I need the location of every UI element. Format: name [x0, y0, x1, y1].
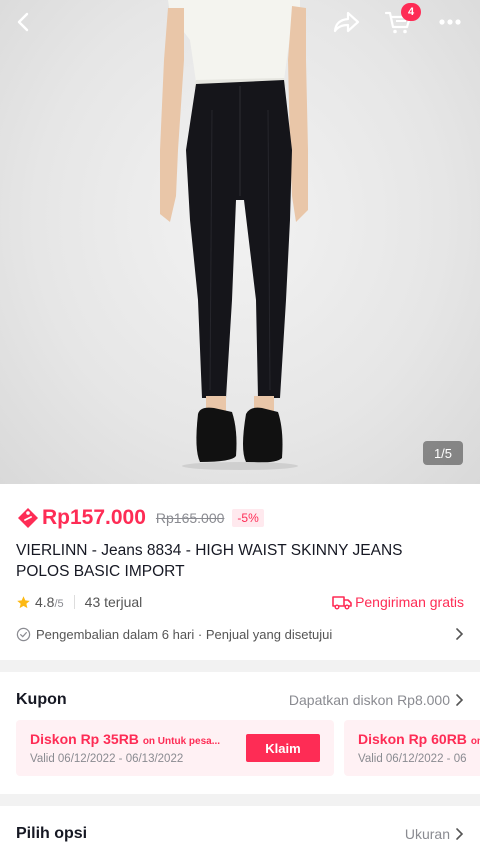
truck-icon — [332, 596, 352, 610]
price-row: Rp157.000 Rp165.000 -5% — [16, 504, 264, 532]
product-image[interactable]: 4 1/5 — [0, 0, 480, 484]
coupon-name: Diskon Rp 60RB on — [358, 731, 480, 747]
return-policy-text: Pengembalian dalam 6 hari · Penjual yang… — [36, 626, 333, 642]
share-icon[interactable] — [328, 4, 364, 40]
top-bar: 4 — [0, 0, 480, 44]
options-value: Ukuran — [405, 826, 464, 842]
back-icon[interactable] — [6, 4, 42, 40]
free-shipping-link[interactable]: Pengiriman gratis — [332, 594, 464, 610]
select-options-row[interactable]: Pilih opsi Ukuran — [0, 806, 480, 854]
return-policy-row[interactable]: Pengembalian dalam 6 hari · Penjual yang… — [16, 624, 464, 644]
check-circle-icon — [16, 627, 31, 641]
chevron-right-icon — [456, 828, 464, 840]
coupon-card: Diskon Rp 60RB on Valid 06/12/2022 - 06 — [344, 720, 480, 776]
price-tag-icon — [18, 508, 38, 528]
divider — [73, 595, 75, 609]
cart-count-badge: 4 — [401, 3, 421, 21]
coupon-title: Kupon — [16, 691, 67, 708]
star-icon — [17, 595, 30, 608]
coupon-name: Diskon Rp 35RB on Untuk pesa... — [30, 731, 221, 747]
coupon-section: Kupon Dapatkan diskon Rp8.000 Diskon Rp … — [0, 672, 480, 794]
product-info-card: Rp157.000 Rp165.000 -5% VIERLINN - Jeans… — [0, 484, 480, 660]
product-meta-row: 4.8/5 43 terjual Pengiriman gratis — [16, 592, 464, 612]
coupon-card: Diskon Rp 35RB on Untuk pesa... Valid 06… — [16, 720, 334, 776]
original-price: Rp165.000 — [155, 510, 225, 526]
product-title: VIERLINN - Jeans 8834 - HIGH WAIST SKINN… — [16, 542, 403, 580]
image-counter: 1/5 — [423, 441, 463, 465]
options-title: Pilih opsi — [16, 825, 88, 842]
more-icon[interactable] — [432, 4, 468, 40]
rating-value: 4.8/5 — [35, 594, 64, 610]
coupon-validity: Valid 06/12/2022 - 06 — [358, 753, 467, 765]
sold-count: 43 terjual — [84, 594, 143, 610]
model-photo — [160, 0, 308, 470]
chevron-right-icon — [456, 628, 464, 640]
chevron-right-icon — [456, 694, 464, 706]
product-price: Rp157.000 — [42, 506, 146, 529]
coupon-validity: Valid 06/12/2022 - 06/13/2022 — [30, 753, 184, 765]
coupon-discount-link[interactable]: Dapatkan diskon Rp8.000 — [289, 692, 464, 708]
claim-button[interactable]: Klaim — [246, 734, 320, 762]
discount-badge: -5% — [232, 509, 264, 527]
